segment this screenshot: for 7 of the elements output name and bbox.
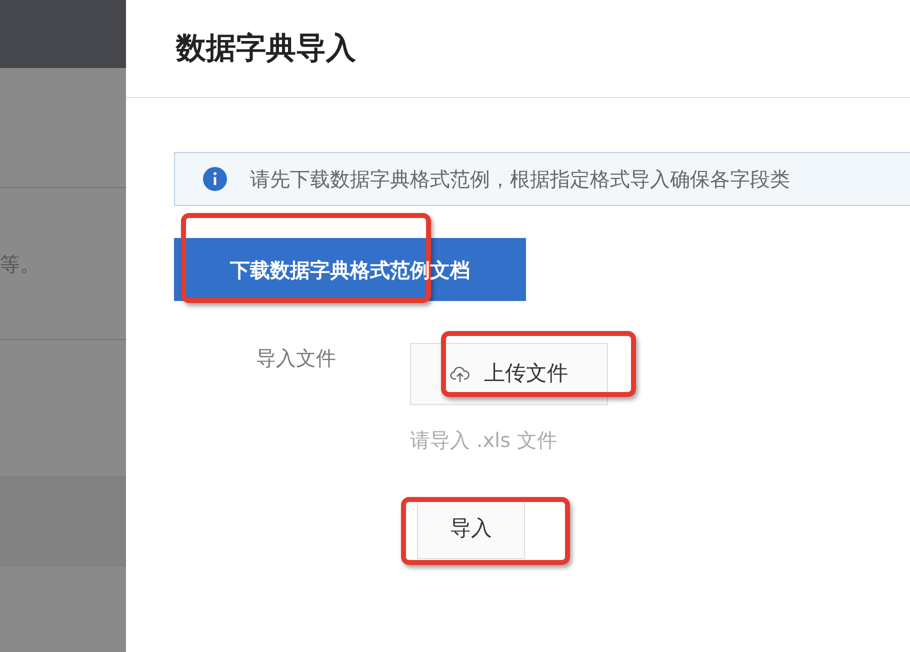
form-label: 导入文件: [256, 345, 337, 372]
info-icon: [203, 167, 227, 191]
upload-button[interactable]: 上传文件: [410, 343, 608, 405]
file-hint: 请导入 .xls 文件: [410, 427, 558, 454]
cloud-upload-icon: [450, 365, 470, 383]
notice-text: 请先下载数据字典格式范例，根据指定格式导入确保各字段类: [250, 166, 790, 193]
drawer-title: 数据字典导入: [176, 30, 356, 68]
